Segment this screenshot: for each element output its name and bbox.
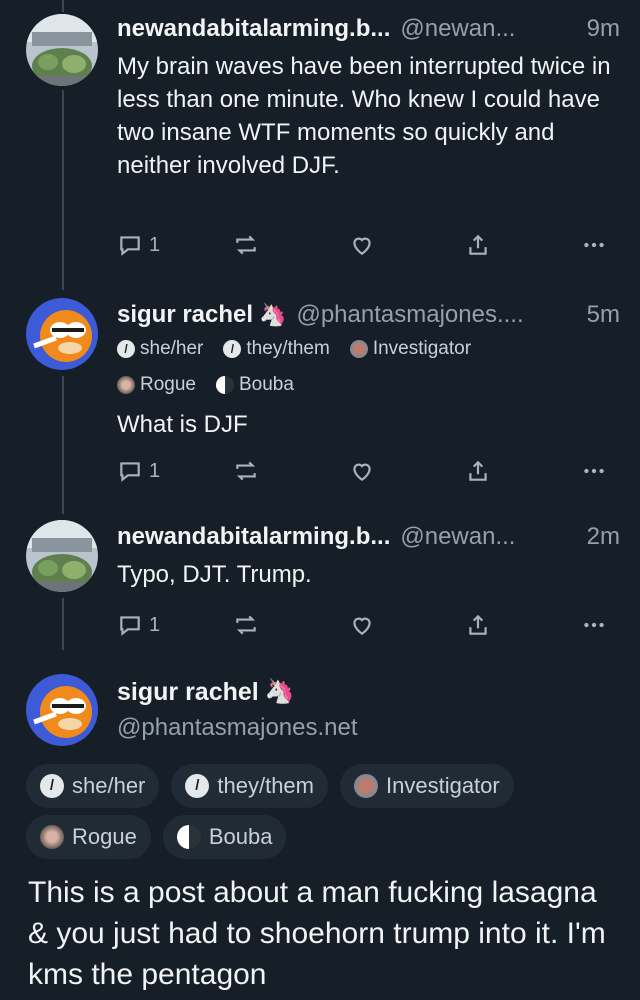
author-handle[interactable]: @newan... <box>400 14 576 44</box>
badge-investigator[interactable]: Investigator <box>349 338 471 360</box>
thread-line <box>62 376 64 514</box>
thread-line <box>62 598 64 650</box>
unicorn-emoji: 🦄 <box>264 678 295 705</box>
profile-badges: / she/her / they/them Investigator <box>26 764 514 808</box>
author-handle[interactable]: @phantasmajones.... <box>296 300 576 330</box>
rogue-icon <box>117 376 135 394</box>
share-button[interactable] <box>465 612 525 638</box>
pronoun-icon: / <box>117 340 135 358</box>
repost-button[interactable] <box>233 232 293 258</box>
rogue-icon <box>40 825 64 849</box>
author-handle[interactable]: @newan... <box>400 522 576 552</box>
share-icon <box>469 460 487 481</box>
investigator-icon <box>354 774 378 798</box>
more-button[interactable] <box>581 458 607 484</box>
post-actions: 1 <box>117 458 607 484</box>
reply-button[interactable]: 1 <box>117 232 177 258</box>
post-time: 9m <box>586 15 620 42</box>
thread-line <box>62 0 64 12</box>
pronoun-icon: / <box>185 774 210 798</box>
like-button[interactable] <box>349 458 409 484</box>
share-icon <box>469 234 487 255</box>
repost-button[interactable] <box>233 612 293 638</box>
reply-icon <box>120 462 140 482</box>
bouba-icon <box>216 376 234 394</box>
share-button[interactable] <box>465 458 525 484</box>
author-name[interactable]: newandabitalarming.b... <box>117 14 390 44</box>
post-text: Typo, DJT. Trump. <box>117 561 312 588</box>
avatar[interactable] <box>26 14 98 86</box>
badge-bouba[interactable]: Bouba <box>216 374 294 396</box>
avatar[interactable] <box>26 520 98 592</box>
profile-badges: Rogue Bouba <box>26 815 287 859</box>
repost-icon <box>236 235 256 255</box>
repost-icon <box>236 615 256 635</box>
profile-badges: Rogue Bouba <box>117 374 620 396</box>
badge-she-her[interactable]: / she/her <box>117 338 203 360</box>
post-time: 5m <box>586 301 620 328</box>
reply-button[interactable]: 1 <box>117 612 177 638</box>
more-button[interactable] <box>581 612 607 638</box>
heart-icon <box>353 617 371 635</box>
reply-button[interactable]: 1 <box>117 458 177 484</box>
like-button[interactable] <box>349 232 409 258</box>
investigator-icon <box>349 340 368 358</box>
badge-bouba[interactable]: Bouba <box>162 815 287 859</box>
more-button[interactable] <box>581 232 607 258</box>
post-actions: 1 <box>117 612 607 638</box>
more-icon <box>584 242 604 248</box>
badge-she-her[interactable]: / she/her <box>26 764 160 808</box>
badge-they-them[interactable]: / they/them <box>171 764 328 808</box>
author-name[interactable]: sigur rachel <box>117 300 253 330</box>
post-time: 2m <box>586 523 620 550</box>
profile-badges: / she/her / they/them Investigator <box>117 338 620 360</box>
post-actions: 1 <box>117 232 607 258</box>
repost-icon <box>236 461 256 481</box>
post-text: What is DJF <box>117 411 248 438</box>
reply-icon <box>120 616 140 636</box>
badge-investigator[interactable]: Investigator <box>340 764 514 808</box>
bouba-icon <box>176 825 201 849</box>
reply-icon <box>120 236 140 256</box>
heart-icon <box>353 237 371 255</box>
thread-line <box>62 90 64 290</box>
avatar[interactable] <box>26 674 98 746</box>
pronoun-icon: / <box>223 340 242 358</box>
reply-count: 1 <box>149 459 161 482</box>
share-icon <box>469 614 487 635</box>
author-handle[interactable]: @phantasmajones.net <box>117 712 358 744</box>
author-name[interactable]: sigur rachel <box>117 676 259 708</box>
reply-count: 1 <box>149 613 161 636</box>
badge-rogue[interactable]: Rogue <box>117 374 196 396</box>
more-icon <box>584 468 604 474</box>
heart-icon <box>353 463 371 481</box>
more-icon <box>584 622 604 628</box>
badge-they-them[interactable]: / they/them <box>223 338 330 360</box>
main-post-text: This is a post about a man fucking lasag… <box>28 876 606 991</box>
share-button[interactable] <box>465 232 525 258</box>
like-button[interactable] <box>349 612 409 638</box>
reply-count: 1 <box>149 233 161 256</box>
avatar[interactable] <box>26 298 98 370</box>
repost-button[interactable] <box>233 458 293 484</box>
author-name[interactable]: newandabitalarming.b... <box>117 522 390 552</box>
badge-rogue[interactable]: Rogue <box>26 815 151 859</box>
pronoun-icon: / <box>40 774 64 798</box>
unicorn-emoji: 🦄 <box>259 302 287 327</box>
post-text: My brain waves have been interrupted twi… <box>117 53 611 179</box>
